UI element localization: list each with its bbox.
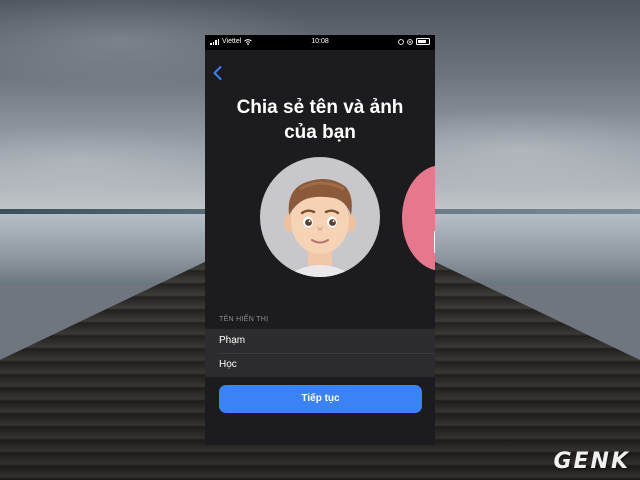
genk-watermark-logo: GENK xyxy=(553,449,630,474)
memoji-avatar[interactable] xyxy=(260,157,380,277)
title-line-1: Chia sẻ tên và ảnh xyxy=(236,97,404,118)
next-avatar-mark xyxy=(434,231,435,253)
memoji-face-icon xyxy=(284,179,356,277)
page-title: Chia sẻ tên và ảnh của bạn xyxy=(205,95,435,145)
onboarding-sheet: Chia sẻ tên và ảnh của bạn TÊN HIỂN THỊ … xyxy=(205,53,435,445)
next-avatar-option[interactable] xyxy=(402,165,435,271)
alarm-icon xyxy=(398,38,404,45)
back-chevron-icon[interactable] xyxy=(211,65,225,81)
last-name-field[interactable]: Học xyxy=(205,353,435,377)
rotation-lock-icon xyxy=(407,38,413,45)
status-right xyxy=(398,38,430,45)
display-name-label: TÊN HIỂN THỊ xyxy=(219,316,269,323)
battery-icon xyxy=(416,38,430,45)
phone-screen: Viettel 10:08 Chia sẻ tên và ảnh của bạn… xyxy=(205,35,435,445)
first-name-field[interactable]: Phạm xyxy=(205,329,435,353)
name-fields: Phạm Học xyxy=(205,329,435,377)
status-bar: Viettel 10:08 xyxy=(205,35,435,50)
title-line-2: của bạn xyxy=(284,122,356,143)
continue-button[interactable]: Tiếp tục xyxy=(219,385,422,413)
